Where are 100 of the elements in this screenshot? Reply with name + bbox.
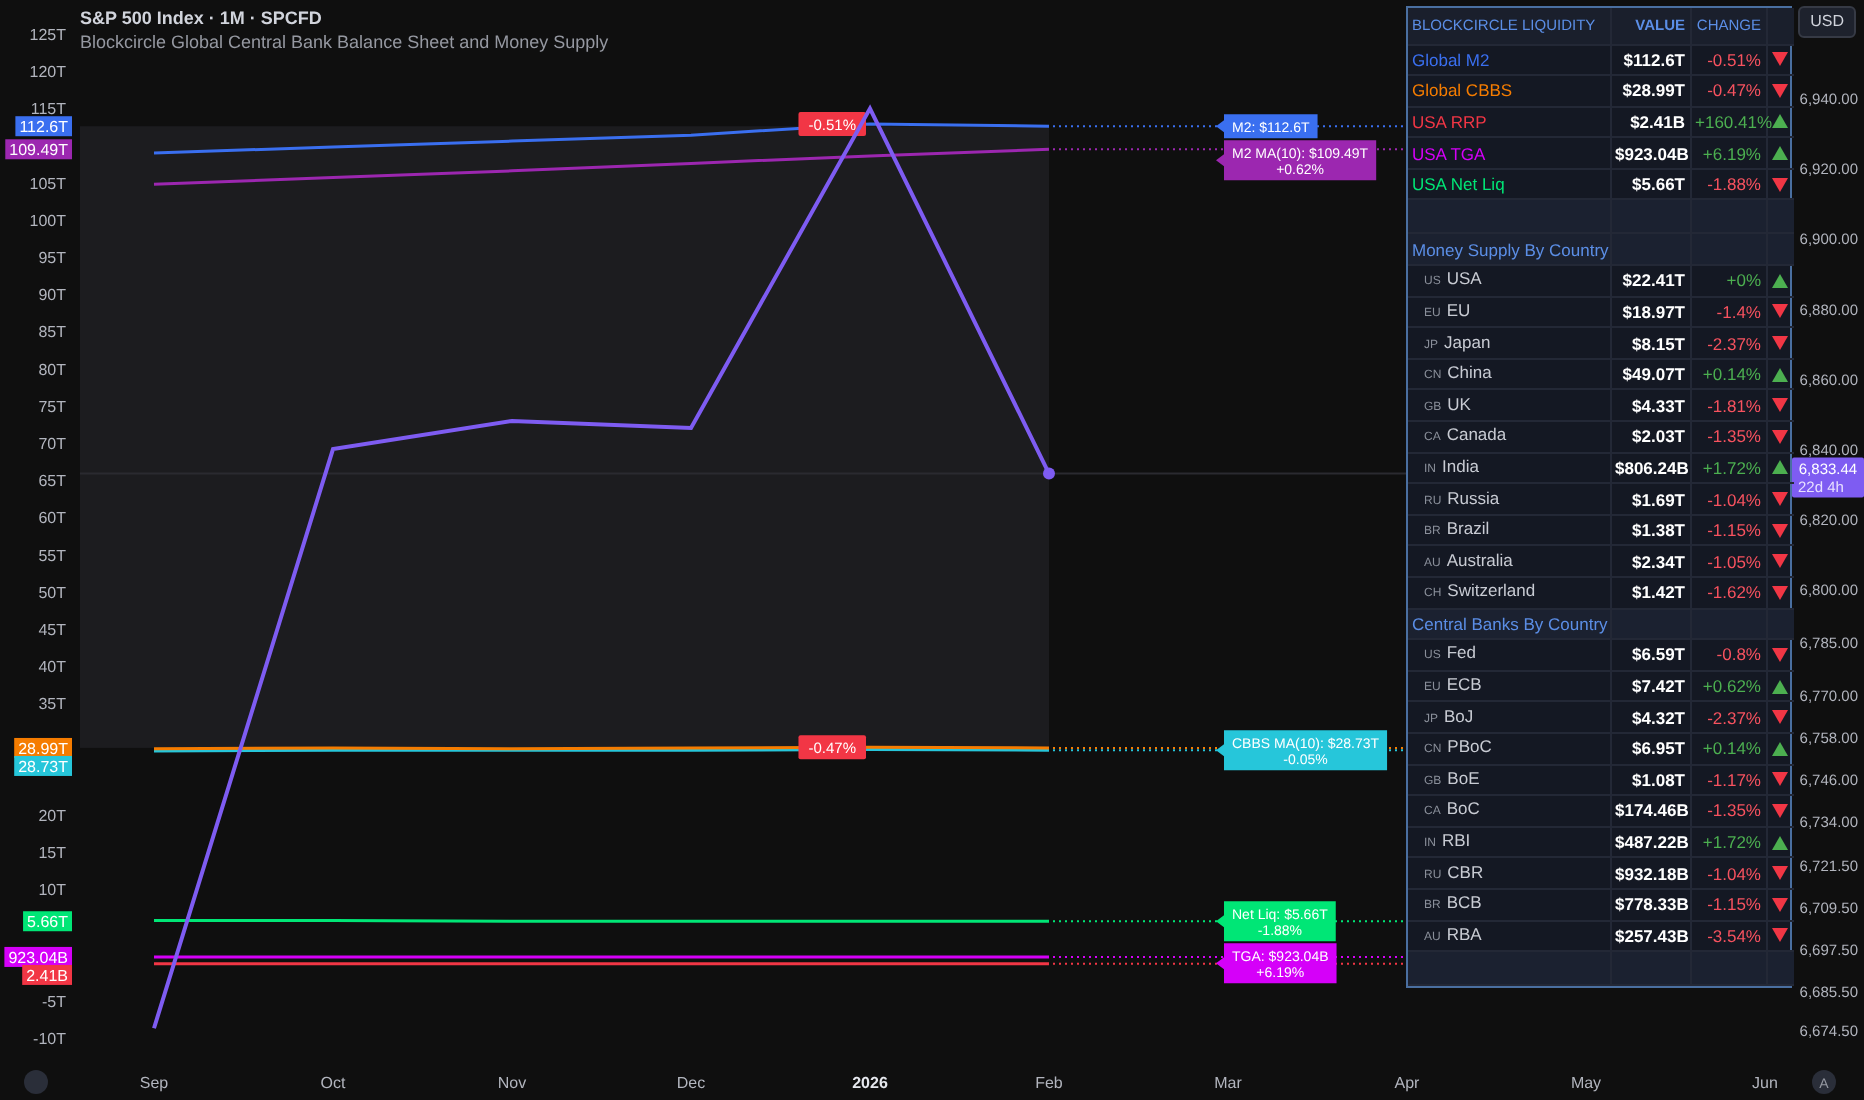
axis-label: 105T: [29, 174, 66, 193]
value-cell: $4.33T: [1610, 389, 1690, 422]
value-tag: 109.49T: [5, 139, 72, 160]
value-cell: $2.41B: [1610, 106, 1690, 138]
change-cell: -2.37%: [1690, 327, 1766, 359]
section-title: Money Supply By Country: [1412, 239, 1609, 260]
row-name: BoE: [1447, 767, 1480, 788]
change-cell: -1.04%: [1690, 483, 1766, 515]
axis-label: 40T: [38, 658, 66, 677]
change-cell: -1.04%: [1690, 857, 1766, 889]
value-tag: 5.66T: [23, 911, 72, 932]
chart-title: S&P 500 Index · 1M · SPCFD: [80, 6, 324, 30]
value-cell: $4.32T: [1610, 701, 1690, 733]
change-cell: -1.35%: [1690, 421, 1766, 453]
value-cell: $6.59T: [1610, 639, 1690, 671]
change-cell: -0.47%: [1690, 75, 1766, 107]
row-name: CBR: [1447, 861, 1484, 882]
axis-label: 55T: [38, 546, 66, 565]
axis-label: 75T: [38, 397, 66, 416]
value-cell: $2.34T: [1610, 545, 1690, 577]
change-cell: +1.72%: [1690, 452, 1766, 484]
value-cell: $112.6T: [1610, 44, 1690, 76]
axis-label: 20T: [38, 806, 66, 825]
row-name: China: [1447, 362, 1492, 383]
axis-label: 125T: [29, 26, 66, 44]
last-point-marker: [1043, 467, 1055, 480]
row-name: BoC: [1446, 798, 1480, 819]
row-name: BoJ: [1444, 705, 1474, 726]
axis-label: 45T: [38, 620, 66, 639]
row-name: EU: [1446, 299, 1471, 320]
indicator-title: Blockcircle Global Central Bank Balance Sheet and Money Supply: [80, 30, 609, 54]
axis-label: 10T: [38, 881, 66, 900]
axis-label: 70T: [38, 435, 66, 454]
value-cell: $8.15T: [1610, 327, 1690, 359]
axis-label: 65T: [38, 472, 66, 491]
axis-label: Apr: [1394, 1074, 1420, 1092]
row-name: ECB: [1446, 674, 1482, 695]
change-cell: +1.72%: [1690, 826, 1766, 858]
timezone-button[interactable]: [24, 1070, 48, 1094]
change-cell: -1.62%: [1690, 577, 1766, 609]
value-cell: $778.33B: [1610, 888, 1690, 921]
row-name: Global M2: [1408, 44, 1610, 76]
row-name: Brazil: [1446, 518, 1490, 539]
change-cell: -1.81%: [1690, 389, 1766, 422]
row-name: BCB: [1446, 892, 1482, 913]
row-name: Switzerland: [1447, 580, 1536, 601]
change-cell: +0.14%: [1690, 358, 1766, 390]
axis-label: 120T: [29, 63, 66, 82]
change-cell: -1.15%: [1690, 514, 1766, 546]
change-cell: -1.15%: [1690, 888, 1766, 921]
axis-label: 95T: [38, 249, 66, 268]
row-name: USA RRP: [1408, 106, 1610, 138]
value-cell: $487.22B: [1610, 826, 1690, 858]
value-cell: $18.97T: [1610, 296, 1690, 328]
change-cell: -0.51%: [1690, 44, 1766, 76]
row-name: India: [1442, 455, 1479, 476]
axis-label: 35T: [38, 695, 66, 714]
change-cell: -1.17%: [1690, 764, 1766, 796]
change-cell: -1.35%: [1690, 795, 1766, 827]
axis-label: 85T: [38, 323, 66, 342]
axis-label: Dec: [676, 1074, 706, 1092]
value-tag: 28.73T: [14, 755, 72, 776]
axis-label: Jun: [1752, 1074, 1778, 1092]
axis-label: 115T: [30, 100, 66, 119]
value-cell: $932.18B: [1610, 857, 1690, 889]
value-tag: 2.41B: [22, 964, 72, 985]
currency-button[interactable]: USD: [1798, 6, 1856, 38]
change-cell: +0.14%: [1690, 732, 1766, 765]
value-cell: $22.41T: [1610, 265, 1690, 297]
value-cell: $2.03T: [1610, 421, 1690, 453]
change-cell: -1.05%: [1690, 545, 1766, 577]
change-cell: -2.37%: [1690, 701, 1766, 733]
axis-label: -5T: [42, 992, 66, 1011]
change-cell: +0.62%: [1690, 670, 1766, 702]
change-cell: +6.19%: [1690, 137, 1766, 169]
row-name: RBI: [1442, 830, 1471, 851]
row-name: USA TGA: [1408, 137, 1610, 169]
axis-label: 100T: [29, 211, 66, 230]
value-cell: $49.07T: [1610, 358, 1690, 390]
value-cell: $806.24B: [1610, 452, 1690, 484]
row-name: Global CBBS: [1408, 75, 1610, 107]
axis-label: -10T: [33, 1030, 66, 1048]
value-tag: 112.6T: [15, 116, 72, 137]
axis-label: May: [1570, 1074, 1602, 1092]
row-name: Japan: [1444, 331, 1491, 352]
row-name: Australia: [1446, 549, 1513, 570]
value-cell: $28.99T: [1610, 75, 1690, 107]
value-cell: $7.42T: [1610, 670, 1690, 702]
value-cell: $1.08T: [1610, 764, 1690, 796]
axis-label: Mar: [1214, 1074, 1242, 1092]
value-cell: $1.42T: [1610, 577, 1690, 609]
axis-label: 50T: [38, 583, 66, 602]
value-cell: $174.46B: [1610, 795, 1690, 827]
value-cell: $6.95T: [1610, 732, 1690, 765]
axis-label: Oct: [320, 1074, 346, 1092]
axis-label: 2026: [852, 1074, 888, 1092]
row-name: Canada: [1446, 424, 1507, 445]
axis-label: 15T: [38, 844, 66, 863]
row-name: USA: [1446, 268, 1482, 289]
value-cell: $1.69T: [1610, 483, 1690, 515]
